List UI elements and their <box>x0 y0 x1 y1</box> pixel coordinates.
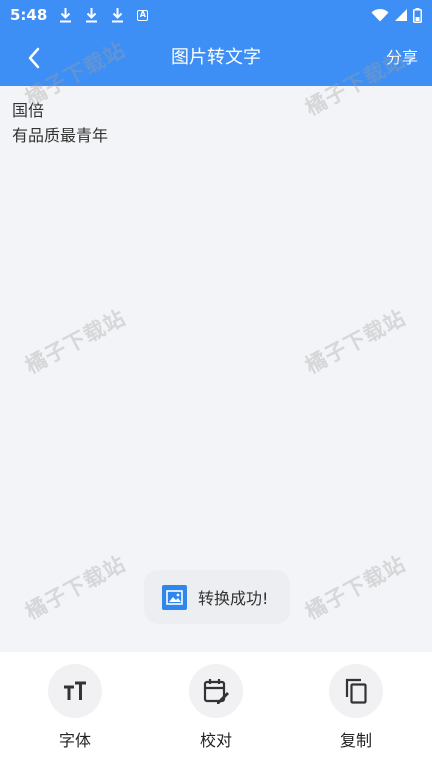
signal-icon <box>395 9 407 21</box>
status-bar: 5:48 A <box>0 0 432 30</box>
wifi-icon <box>371 8 389 22</box>
text-size-icon <box>64 681 86 700</box>
proofread-label: 校对 <box>199 731 232 750</box>
calendar-edit-icon <box>203 679 229 704</box>
bottom-toolbar: 字体 校对 复制 <box>0 652 432 768</box>
download-icon <box>86 8 98 23</box>
copy-icon <box>345 678 367 704</box>
text-line: 国倍 <box>12 101 45 120</box>
download-icon <box>60 8 72 23</box>
font-label: 字体 <box>58 731 91 750</box>
copy-button[interactable]: 复制 <box>316 664 396 751</box>
status-time: 5:48 <box>10 6 48 24</box>
watermark: 橘子下载站 <box>301 305 410 379</box>
watermark: 橘子下载站 <box>301 551 410 625</box>
page-title: 图片转文字 <box>171 47 261 68</box>
text-line: 有品质最青年 <box>12 126 109 145</box>
recognized-text[interactable]: 国倍 有品质最青年 <box>12 98 420 148</box>
font-button[interactable]: 字体 <box>35 664 115 751</box>
app-bar: 图片转文字 分享 <box>0 30 432 86</box>
watermark: 橘子下载站 <box>21 551 130 625</box>
top-bar: 5:48 A 图片转文字 分享 <box>0 0 432 86</box>
image-icon <box>162 584 187 610</box>
share-button[interactable]: 分享 <box>386 30 418 86</box>
battery-icon <box>413 7 422 23</box>
copy-label: 复制 <box>339 731 372 750</box>
download-icon <box>112 8 124 23</box>
watermark: 橘子下载站 <box>21 305 130 379</box>
toast-message: 转换成功! <box>198 589 269 608</box>
success-toast: 转换成功! <box>144 570 290 624</box>
proofread-button[interactable]: 校对 <box>176 664 256 751</box>
accessibility-icon: A <box>137 9 149 21</box>
